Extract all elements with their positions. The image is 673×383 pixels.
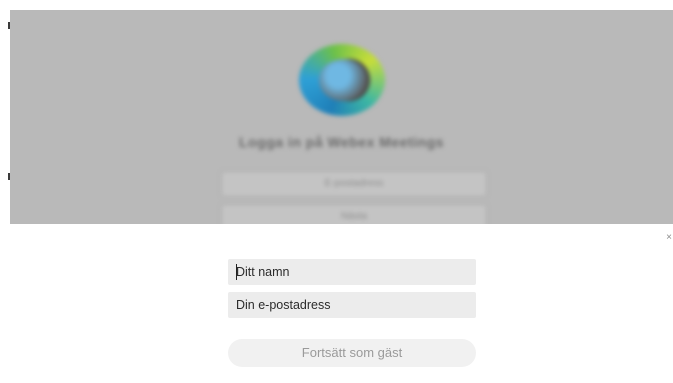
blur-layer: Logga in på Webex Meetings E-postadress … [10, 10, 673, 224]
guest-join-sheet: × Fortsätt som gäst [10, 224, 673, 383]
text-cursor [236, 264, 237, 280]
continue-as-guest-button[interactable]: Fortsätt som gäst [228, 339, 476, 367]
email-input[interactable] [228, 292, 476, 318]
blurred-next-button: Nästa [221, 204, 487, 224]
window-left-edge [0, 0, 10, 383]
webex-logo-icon [299, 44, 385, 116]
close-icon[interactable]: × [666, 233, 672, 243]
logo-core [319, 59, 367, 101]
blurred-email-field: E-postadress [221, 171, 487, 197]
blurred-sign-in-screen: Logga in på Webex Meetings E-postadress … [10, 10, 673, 224]
name-input[interactable] [228, 259, 476, 285]
sign-in-title: Logga in på Webex Meetings [239, 134, 444, 150]
